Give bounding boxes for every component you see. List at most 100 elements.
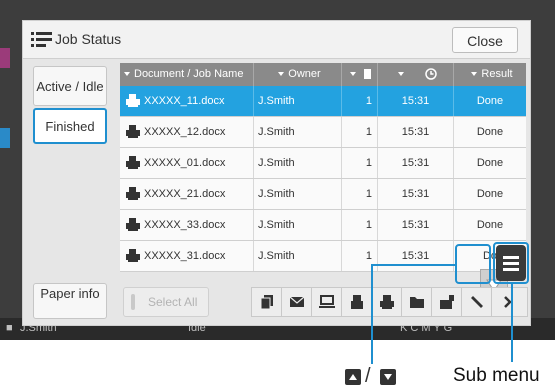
cell-text: Done: [476, 95, 504, 107]
cell-document-name: XXXXX_01.docx: [120, 148, 254, 178]
cell-text: Done: [476, 188, 504, 200]
cell-document-name: XXXXX_21.docx: [120, 179, 254, 209]
cell-time: 15:31: [378, 210, 454, 240]
column-header-result[interactable]: Result: [454, 63, 526, 86]
callout-line: [511, 284, 513, 362]
cell-owner: J.Smith: [254, 148, 342, 178]
cell-result: Done: [454, 117, 526, 147]
cell-document-name: XXXXX_11.docx: [120, 86, 254, 116]
column-header-owner[interactable]: Owner: [254, 63, 342, 86]
scroll-highlight: [455, 244, 491, 284]
job-table: Document / Job Name Owner Result XXXXX_1…: [120, 63, 526, 272]
cell-time: 15:31: [378, 117, 454, 147]
tab-finished[interactable]: Finished: [33, 108, 107, 144]
printer-job-icon: [126, 248, 140, 262]
cell-text: 1: [365, 188, 372, 200]
dialog-title: Job Status: [55, 31, 122, 47]
folder-icon[interactable]: [402, 288, 432, 316]
cell-text: 15:31: [401, 250, 430, 262]
printer-job-icon: [126, 124, 140, 138]
background-accent: [0, 48, 10, 68]
cell-text: 15:31: [401, 95, 430, 107]
cell-document-name: XXXXX_31.docx: [120, 241, 254, 271]
cell-copies: 1: [342, 86, 378, 116]
cell-text: XXXXX_33.docx: [144, 219, 226, 231]
cell-text: 1: [365, 126, 372, 138]
cell-owner: J.Smith: [254, 179, 342, 209]
paper-info-button[interactable]: Paper info: [33, 283, 107, 319]
cell-text: 1: [365, 95, 372, 107]
table-row[interactable]: XXXXX_01.docx J.Smith 1 15:31 Done: [120, 148, 526, 179]
cell-copies: 1: [342, 179, 378, 209]
cell-result: Done: [454, 148, 526, 178]
cell-copies: 1: [342, 148, 378, 178]
submenu-highlight: [493, 242, 529, 284]
clock-icon: [425, 68, 437, 80]
title-bar: Job Status Close: [23, 21, 530, 59]
background-accent: [0, 128, 10, 148]
column-header-time[interactable]: [378, 63, 454, 86]
computer-icon[interactable]: [312, 288, 342, 316]
cell-text: XXXXX_31.docx: [144, 250, 226, 262]
cell-text: J.Smith: [258, 188, 295, 200]
close-button[interactable]: Close: [452, 27, 518, 53]
callout-line: [371, 264, 373, 364]
printer-job-icon: [126, 93, 140, 107]
table-row[interactable]: XXXXX_12.docx J.Smith 1 15:31 Done: [120, 117, 526, 148]
cell-text: 15:31: [401, 219, 430, 231]
cell-time: 15:31: [378, 148, 454, 178]
printer-job-icon: [126, 155, 140, 169]
function-toolbar: [251, 287, 528, 317]
cell-result: Done: [454, 86, 526, 116]
cell-owner: J.Smith: [254, 210, 342, 240]
callout-separator: /: [365, 365, 371, 387]
scroll-up-icon: [345, 369, 361, 385]
column-header-document[interactable]: Document / Job Name: [120, 63, 254, 86]
pages-icon: [364, 69, 372, 80]
cell-text: XXXXX_21.docx: [144, 188, 226, 200]
printer-job-icon: [126, 186, 140, 200]
scroll-down-icon: [380, 369, 396, 385]
callout-line: [371, 264, 457, 266]
cell-owner: J.Smith: [254, 86, 342, 116]
table-row[interactable]: XXXXX_11.docx J.Smith 1 15:31 Done: [120, 86, 526, 117]
copy-icon[interactable]: [252, 288, 282, 316]
table-row[interactable]: XXXXX_21.docx J.Smith 1 15:31 Done: [120, 179, 526, 210]
cell-text: XXXXX_12.docx: [144, 126, 226, 138]
select-all-button[interactable]: Select All: [123, 287, 209, 317]
user-icon: ■: [6, 322, 13, 334]
mail-icon[interactable]: [282, 288, 312, 316]
stapler-icon[interactable]: [462, 288, 492, 316]
column-header-copies[interactable]: [342, 63, 378, 86]
cell-text: J.Smith: [258, 250, 295, 262]
more-icon[interactable]: [492, 288, 527, 316]
cell-text: XXXXX_11.docx: [144, 95, 225, 107]
cell-text: 15:31: [401, 188, 430, 200]
table-header: Document / Job Name Owner Result: [120, 63, 526, 86]
cell-text: 1: [365, 219, 372, 231]
cell-copies: 1: [342, 117, 378, 147]
tab-active-idle[interactable]: Active / Idle: [33, 66, 107, 106]
cell-document-name: XXXXX_12.docx: [120, 117, 254, 147]
cell-owner: J.Smith: [254, 241, 342, 271]
cell-result: Done: [454, 210, 526, 240]
cell-text: J.Smith: [258, 95, 295, 107]
cell-text: Done: [476, 126, 504, 138]
cell-text: 1: [365, 250, 372, 262]
cell-result: Done: [454, 179, 526, 209]
fax-icon[interactable]: [342, 288, 372, 316]
job-list-icon: [31, 32, 52, 47]
table-row[interactable]: XXXXX_33.docx J.Smith 1 15:31 Done: [120, 210, 526, 241]
cell-time: 15:31: [378, 179, 454, 209]
box-icon[interactable]: [432, 288, 462, 316]
cell-owner: J.Smith: [254, 117, 342, 147]
cell-time: 15:31: [378, 86, 454, 116]
cell-text: J.Smith: [258, 157, 295, 169]
cell-text: Done: [476, 157, 504, 169]
print-icon[interactable]: [372, 288, 402, 316]
toggle-bar-icon: [131, 294, 135, 310]
cell-text: XXXXX_01.docx: [144, 157, 226, 169]
cell-text: 15:31: [401, 126, 430, 138]
cell-text: Done: [476, 219, 504, 231]
cell-text: J.Smith: [258, 219, 295, 231]
